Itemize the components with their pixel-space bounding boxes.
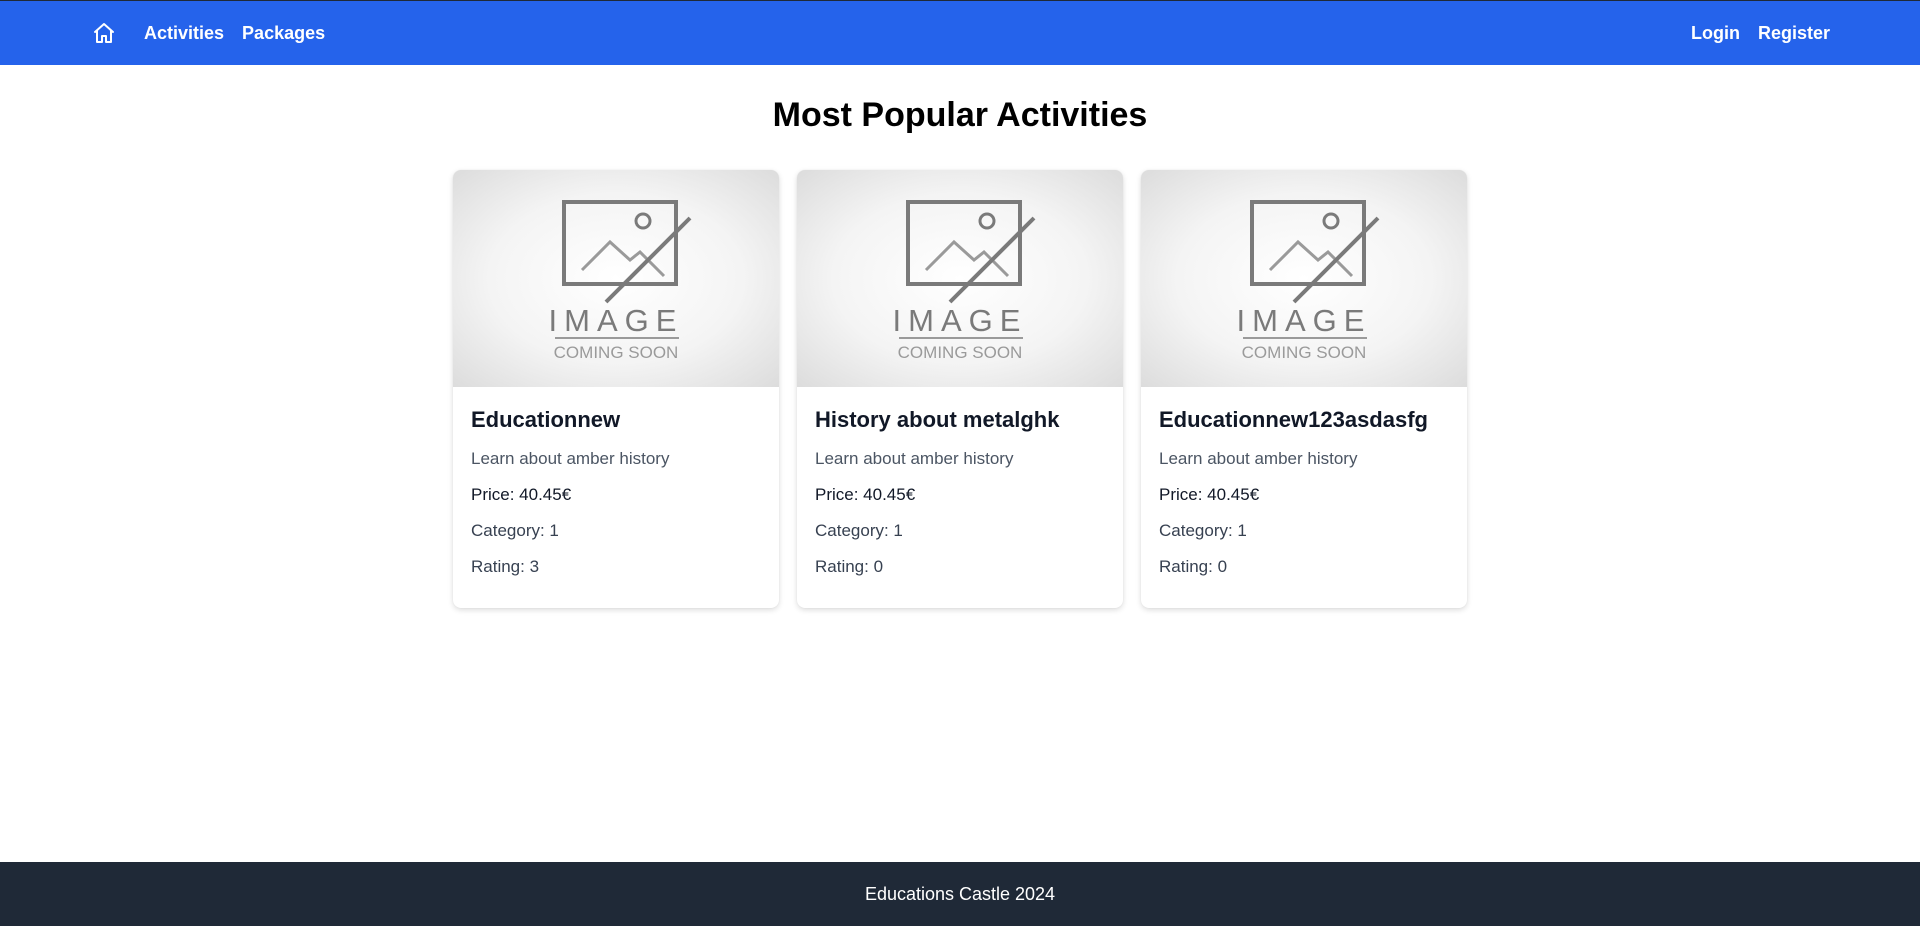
image-placeholder-icon: IMAGE COMING SOON [1237,199,1380,362]
card-rating: Rating: 0 [1159,557,1228,576]
card-image: IMAGE COMING SOON [453,170,779,387]
card-description: Learn about amber history [471,449,670,468]
card-title[interactable]: Educationnew123asdasfg [1159,407,1449,433]
footer: Educations Castle 2024 [0,862,1920,926]
card-image: IMAGE COMING SOON [1141,170,1467,387]
card-category: Category: 1 [1159,521,1247,540]
card-body: History about metalghk Learn about amber… [797,387,1123,577]
nav-left-group: Activities Packages [92,21,343,45]
card-description: Learn about amber history [1159,449,1358,468]
page-title: Most Popular Activities [772,96,1148,134]
image-label-line1: IMAGE [1237,303,1372,338]
card-body: Educationnew123asdasfg Learn about amber… [1141,387,1467,577]
activity-card[interactable]: IMAGE COMING SOON Educationnew123asdasfg… [1141,170,1467,608]
top-navbar: Activities Packages Login Register [0,0,1920,65]
card-price: Price: 40.45€ [815,485,916,504]
card-rating: Rating: 3 [471,557,540,576]
nav-right-group: Login Register [1673,23,1830,44]
image-placeholder-icon: IMAGE COMING SOON [549,199,692,362]
image-label-line2: COMING SOON [898,343,1023,362]
image-label-line1: IMAGE [549,303,684,338]
home-icon[interactable] [92,21,116,45]
card-category: Category: 1 [815,521,903,540]
card-price: Price: 40.45€ [471,485,572,504]
card-price: Price: 40.45€ [1159,485,1260,504]
nav-link-packages[interactable]: Packages [242,23,325,44]
card-title[interactable]: History about metalghk [815,407,1105,433]
image-label-line2: COMING SOON [554,343,679,362]
image-label-line2: COMING SOON [1242,343,1367,362]
image-placeholder-icon: IMAGE COMING SOON [893,199,1036,362]
card-body: Educationnew Learn about amber history P… [453,387,779,577]
footer-text: Educations Castle 2024 [864,883,1056,904]
register-link[interactable]: Register [1758,23,1830,44]
activity-card[interactable]: IMAGE COMING SOON History about metalghk… [797,170,1123,608]
card-title[interactable]: Educationnew [471,407,761,433]
activity-card[interactable]: IMAGE COMING SOON Educationnew Learn abo… [453,170,779,608]
card-category: Category: 1 [471,521,559,540]
card-rating: Rating: 0 [815,557,884,576]
card-image: IMAGE COMING SOON [797,170,1123,387]
login-link[interactable]: Login [1691,23,1740,44]
activity-cards: IMAGE COMING SOON Educationnew Learn abo… [453,170,1467,608]
card-description: Learn about amber history [815,449,1014,468]
nav-link-activities[interactable]: Activities [144,23,224,44]
image-label-line1: IMAGE [893,303,1028,338]
